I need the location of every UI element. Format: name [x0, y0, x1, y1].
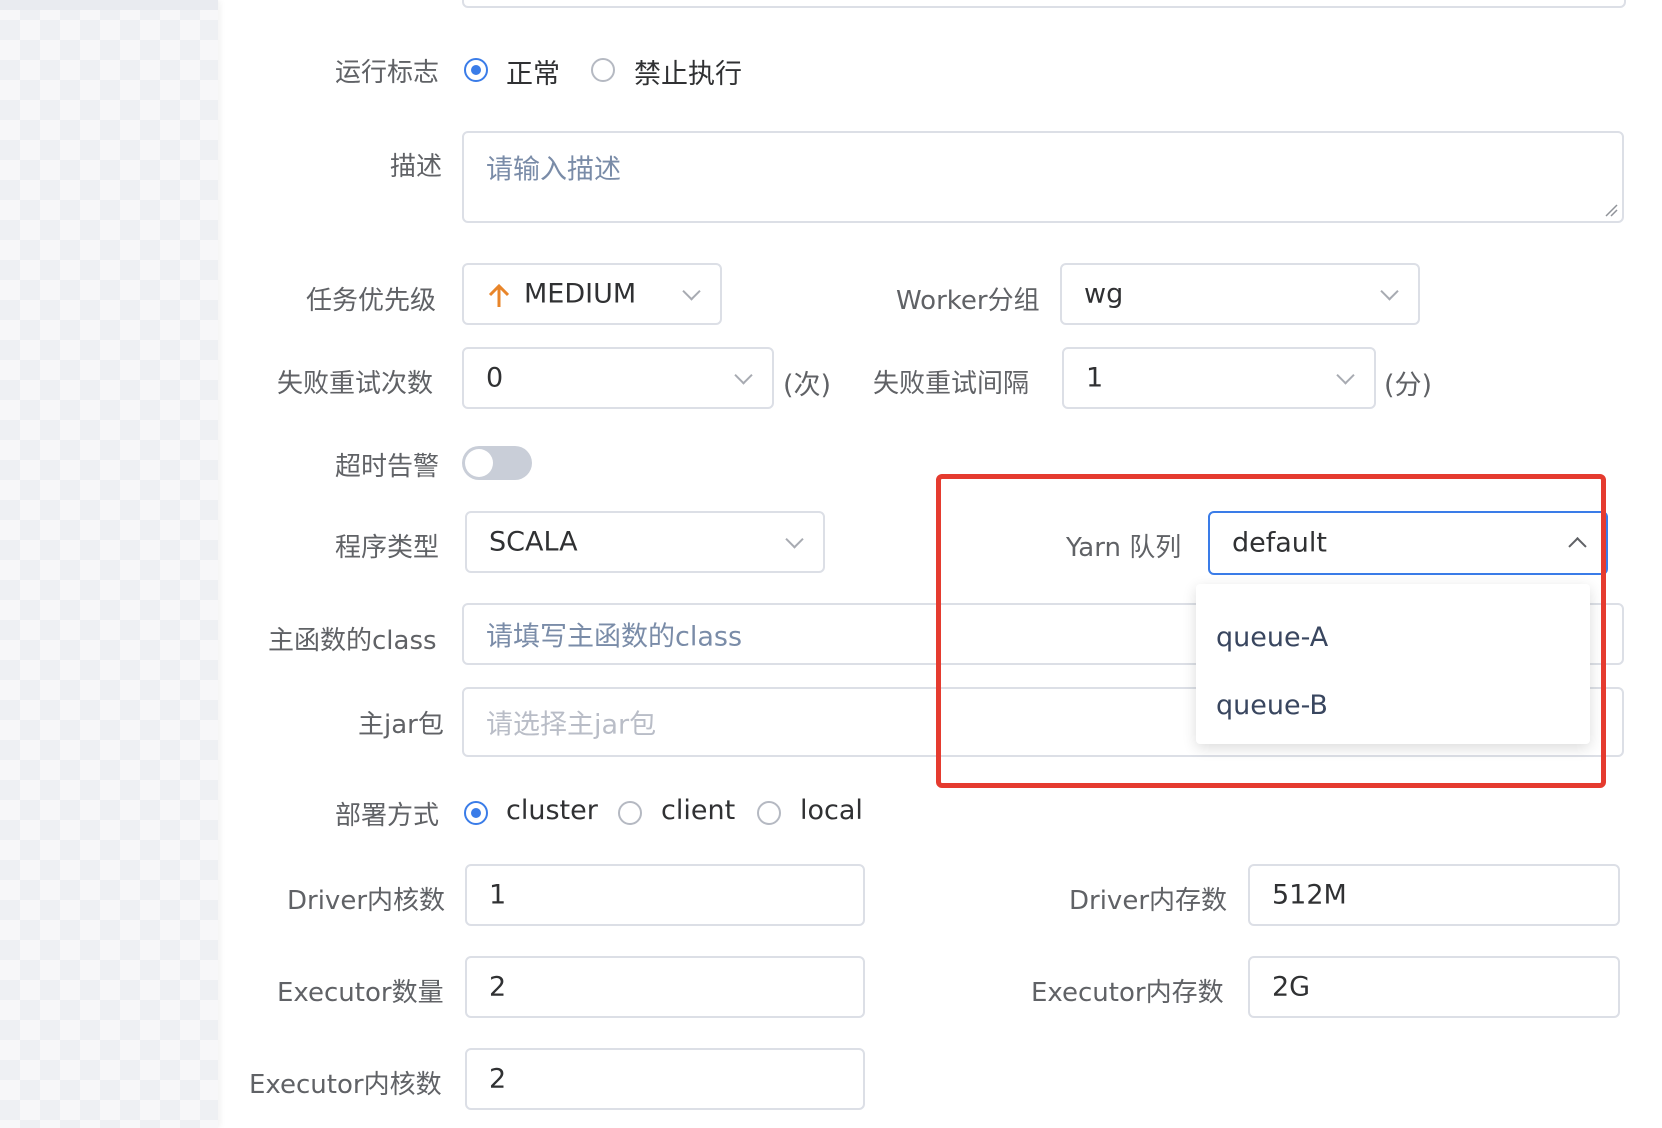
chevron-down-icon	[785, 530, 804, 549]
top-strip	[0, 0, 218, 10]
worker-group-label: Worker分组	[896, 286, 1040, 316]
priority-value: MEDIUM	[524, 278, 637, 310]
deploy-client-label[interactable]: client	[661, 795, 735, 826]
executor-cores-label: Executor内核数	[249, 1070, 442, 1100]
run-flag-normal-label[interactable]: 正常	[506, 52, 560, 91]
driver-cores-input[interactable]: 1	[465, 864, 865, 926]
resize-handle-icon[interactable]	[1604, 203, 1618, 217]
deploy-cluster-label[interactable]: cluster	[506, 795, 598, 826]
worker-group-value: wg	[1084, 278, 1124, 310]
main-class-placeholder: 请填写主函数的class	[486, 621, 743, 653]
retry-interval-select[interactable]: 1	[1062, 347, 1376, 409]
deploy-local-radio[interactable]	[757, 801, 781, 825]
run-flag-normal-radio[interactable]	[464, 58, 488, 82]
retry-times-value: 0	[486, 362, 504, 394]
timeout-alert-label: 超时告警	[335, 452, 440, 482]
executor-count-input[interactable]: 2	[465, 956, 865, 1018]
chevron-down-icon	[1336, 366, 1355, 385]
main-class-label: 主函数的class	[268, 626, 437, 656]
executor-memory-label: Executor内存数	[1031, 978, 1224, 1008]
driver-memory-value: 512M	[1272, 879, 1347, 911]
chevron-down-icon	[1380, 282, 1399, 301]
worker-group-select[interactable]: wg	[1060, 263, 1420, 325]
highlight-box	[936, 474, 1606, 788]
main-jar-label: 主jar包	[358, 710, 444, 740]
retry-times-label: 失败重试次数	[277, 369, 434, 399]
driver-memory-label: Driver内存数	[1069, 886, 1228, 916]
executor-memory-value: 2G	[1272, 971, 1311, 1003]
previous-input-edge	[462, 0, 1626, 8]
retry-times-select[interactable]: 0	[462, 347, 774, 409]
run-flag-forbidden-label[interactable]: 禁止执行	[634, 52, 742, 91]
retry-interval-unit: (分)	[1384, 370, 1433, 401]
program-type-label: 程序类型	[335, 533, 440, 563]
executor-cores-input[interactable]: 2	[465, 1048, 865, 1110]
driver-memory-input[interactable]: 512M	[1248, 864, 1620, 926]
driver-cores-value: 1	[489, 879, 507, 911]
priority-label: 任务优先级	[306, 286, 437, 316]
executor-memory-input[interactable]: 2G	[1248, 956, 1620, 1018]
program-type-value: SCALA	[489, 526, 578, 558]
program-type-select[interactable]: SCALA	[465, 511, 825, 573]
chevron-down-icon	[734, 366, 753, 385]
deploy-local-label[interactable]: local	[800, 795, 863, 826]
priority-select[interactable]: MEDIUM	[462, 263, 722, 325]
timeout-alert-switch[interactable]	[462, 446, 532, 480]
run-flag-forbidden-radio[interactable]	[591, 58, 615, 82]
switch-knob	[465, 449, 493, 477]
retry-times-unit: (次)	[783, 370, 832, 401]
left-background-pane	[0, 0, 218, 1128]
description-label: 描述	[390, 152, 443, 182]
arrow-up-icon	[488, 283, 510, 307]
chevron-down-icon	[682, 282, 701, 301]
retry-interval-value: 1	[1086, 362, 1104, 394]
executor-count-value: 2	[489, 971, 507, 1003]
deploy-client-radio[interactable]	[618, 801, 642, 825]
deploy-cluster-radio[interactable]	[464, 801, 488, 825]
deploy-mode-label: 部署方式	[335, 801, 440, 831]
executor-cores-value: 2	[489, 1063, 507, 1095]
description-placeholder: 请输入描述	[486, 154, 621, 186]
main-jar-placeholder: 请选择主jar包	[486, 709, 657, 741]
driver-cores-label: Driver内核数	[287, 886, 446, 916]
run-flag-label: 运行标志	[335, 58, 440, 88]
description-textarea[interactable]: 请输入描述	[462, 131, 1624, 223]
executor-count-label: Executor数量	[277, 978, 444, 1008]
retry-interval-label: 失败重试间隔	[873, 369, 1030, 399]
